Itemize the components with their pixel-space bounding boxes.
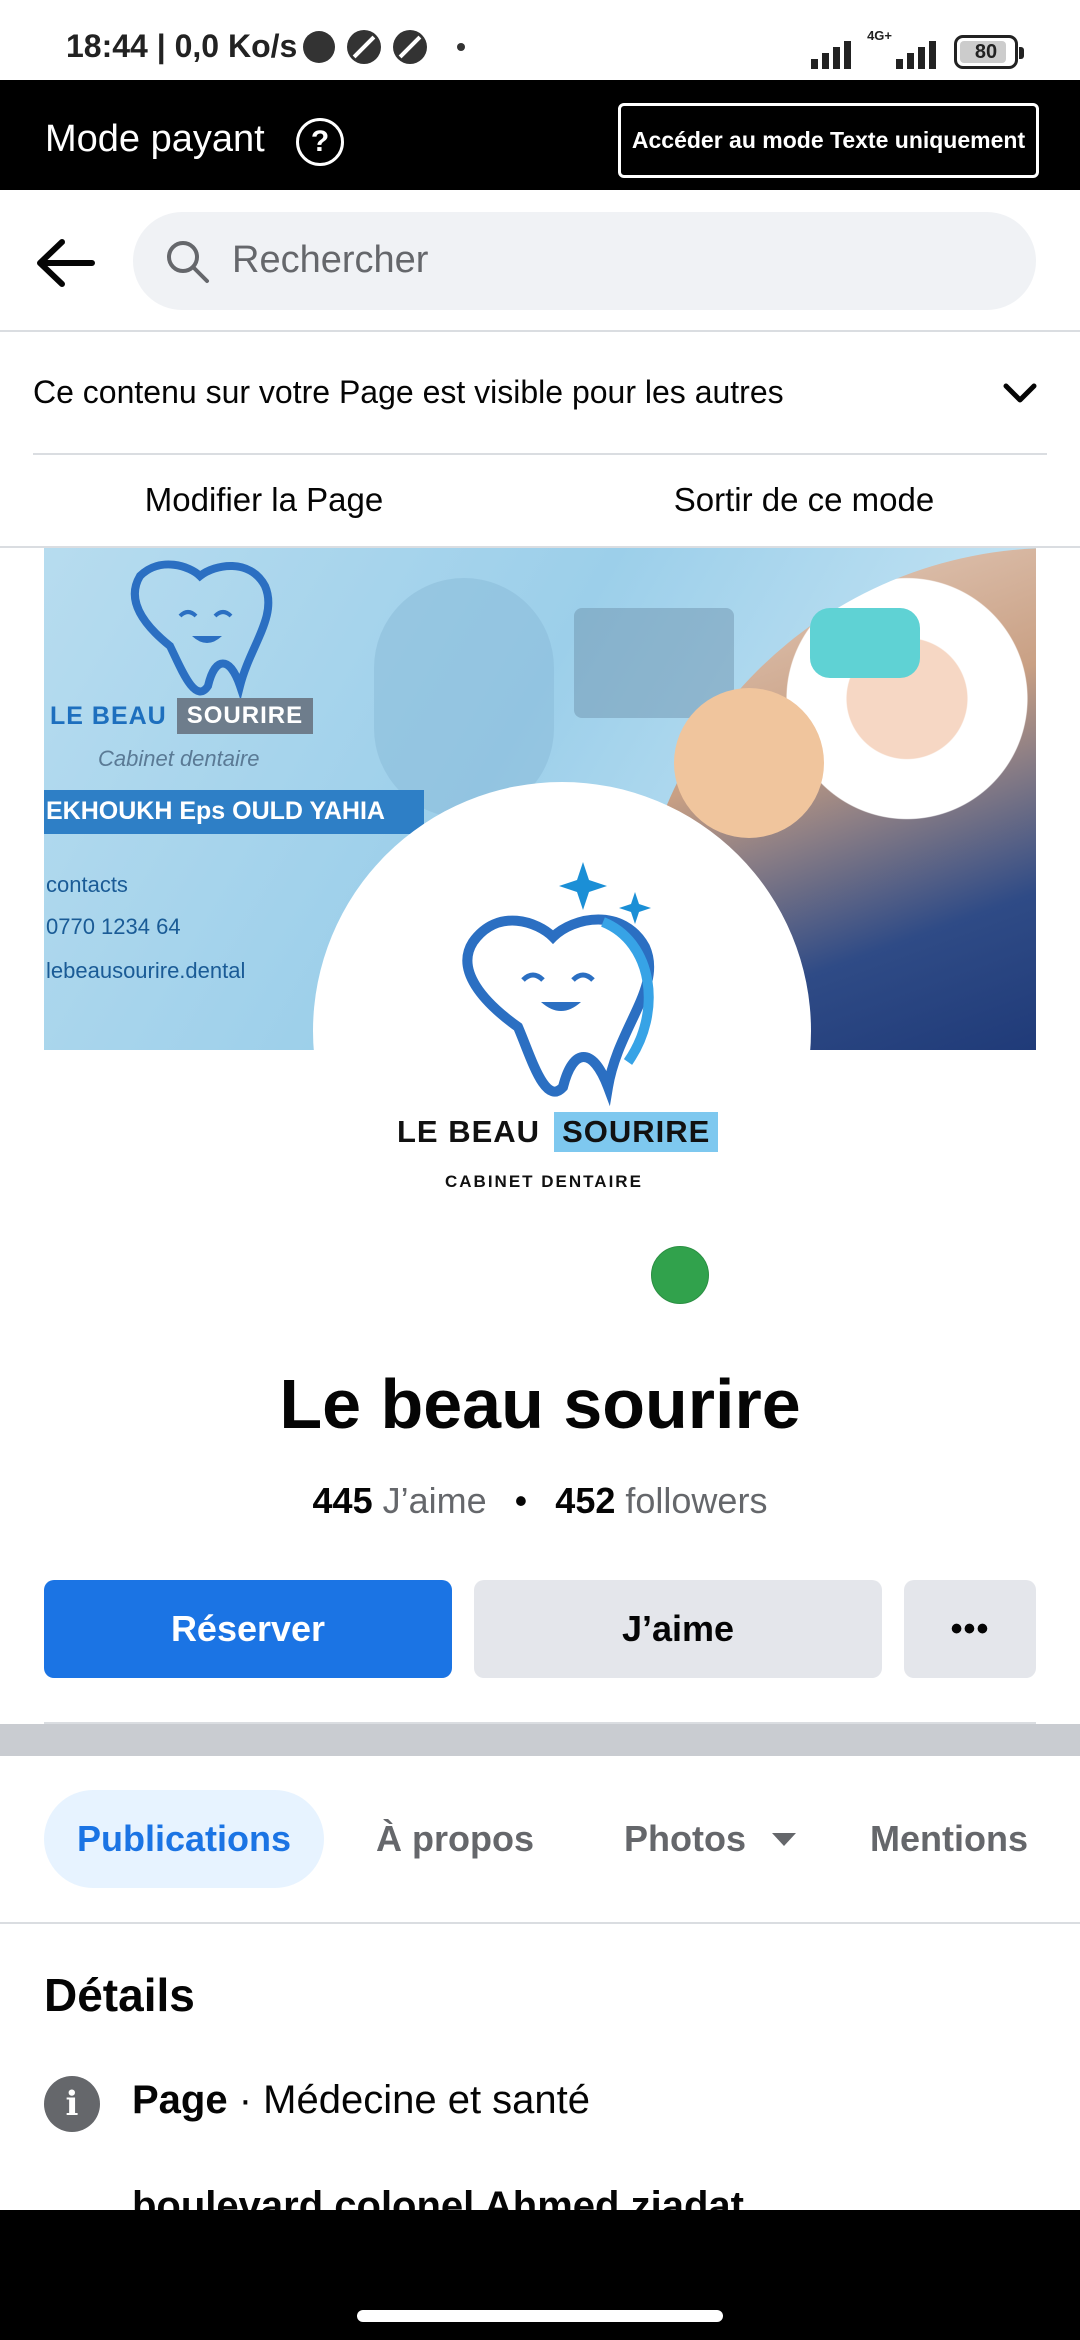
visibility-notice[interactable]: Ce contenu sur votre Page est visible po… <box>33 374 784 411</box>
system-nav-bar <box>0 2210 1080 2340</box>
tooth-logo-icon <box>130 560 273 701</box>
profile-picture[interactable]: LE BEAU SOURIRE CABINET DENTAIRE <box>313 782 811 1280</box>
tab-photos[interactable]: Photos <box>610 1790 810 1888</box>
do-not-disturb-icon <box>347 29 382 64</box>
page-stats[interactable]: 445 J’aime • 452 followers <box>0 1480 1080 1522</box>
exit-mode-button[interactable]: Sortir de ce mode <box>528 454 1080 546</box>
home-indicator[interactable] <box>357 2310 723 2322</box>
signal-icon <box>811 41 852 69</box>
notification-dot-icon <box>457 42 466 51</box>
followers-count: 452 <box>555 1480 616 1521</box>
cover-subtitle: Cabinet dentaire <box>98 746 260 771</box>
likes-label: J’aime <box>382 1480 487 1521</box>
page-title: Le beau sourire <box>279 1365 801 1443</box>
followers-label: followers <box>625 1480 768 1521</box>
divider <box>0 1922 1080 1924</box>
status-right: 4G+ 80 <box>811 28 1024 69</box>
like-button[interactable]: J’aime <box>474 1580 882 1678</box>
status-left: 18:44 | 0,0 Ko/s <box>66 28 466 65</box>
divider <box>0 330 1080 332</box>
battery-icon: 80 <box>954 35 1024 69</box>
page-category: Page · Médecine et santé <box>132 2078 590 2123</box>
cover-contacts: contacts <box>46 872 128 897</box>
tab-about[interactable]: À propos <box>362 1790 548 1888</box>
cover-phone: 0770 1234 64 <box>46 914 181 939</box>
search-input[interactable]: Rechercher <box>133 212 1036 310</box>
category-label: Page <box>132 2078 228 2122</box>
search-icon <box>167 241 209 283</box>
tooth-logo-icon <box>462 862 655 1107</box>
likes-count: 445 <box>312 1480 373 1521</box>
cover-brand: LE BEAU SOURIRE <box>50 698 314 734</box>
search-placeholder: Rechercher <box>232 239 429 281</box>
status-time-speed: 18:44 | 0,0 Ko/s <box>66 28 298 64</box>
category-value: · Médecine et santé <box>227 2078 591 2122</box>
tab-mentions[interactable]: Mentions <box>870 1790 1050 1888</box>
alarm-icon <box>303 30 336 63</box>
profile-brand: LE BEAU SOURIRE <box>397 1112 719 1152</box>
stats-separator: • <box>514 1480 528 1521</box>
status-bar: 18:44 | 0,0 Ko/s 4G+ 80 <box>0 0 1080 80</box>
cover-name-band: EKHOUKH Eps OULD YAHIA <box>44 790 424 834</box>
book-button[interactable]: Réserver <box>44 1580 452 1678</box>
tab-publications[interactable]: Publications <box>44 1790 324 1888</box>
edit-page-button[interactable]: Modifier la Page <box>0 454 528 546</box>
profile-subtitle: CABINET DENTAIRE <box>445 1172 643 1191</box>
mode-title: Mode payant <box>45 118 265 160</box>
back-arrow-icon[interactable] <box>34 232 96 294</box>
details-heading: Détails <box>44 1969 195 2021</box>
caret-down-icon <box>772 1832 796 1846</box>
more-options-icon[interactable]: ••• <box>904 1580 1036 1678</box>
online-status-indicator <box>651 1246 709 1304</box>
data-saver-icon <box>393 29 428 64</box>
signal-icon-2 <box>896 41 936 69</box>
network-type: 4G+ <box>867 28 892 43</box>
cover-website: lebeausourire.dental <box>46 958 246 983</box>
chevron-down-icon[interactable] <box>1000 378 1040 408</box>
battery-level: 80 <box>974 40 998 63</box>
tab-photos-label: Photos <box>624 1818 746 1859</box>
text-only-mode-button[interactable]: Accéder au mode Texte uniquement <box>618 103 1039 178</box>
page-tabs: Publications À propos Photos Mentions <box>0 1756 1080 1922</box>
section-separator <box>0 1724 1080 1756</box>
help-icon[interactable]: ? <box>296 118 344 166</box>
info-icon: i <box>44 2076 100 2132</box>
